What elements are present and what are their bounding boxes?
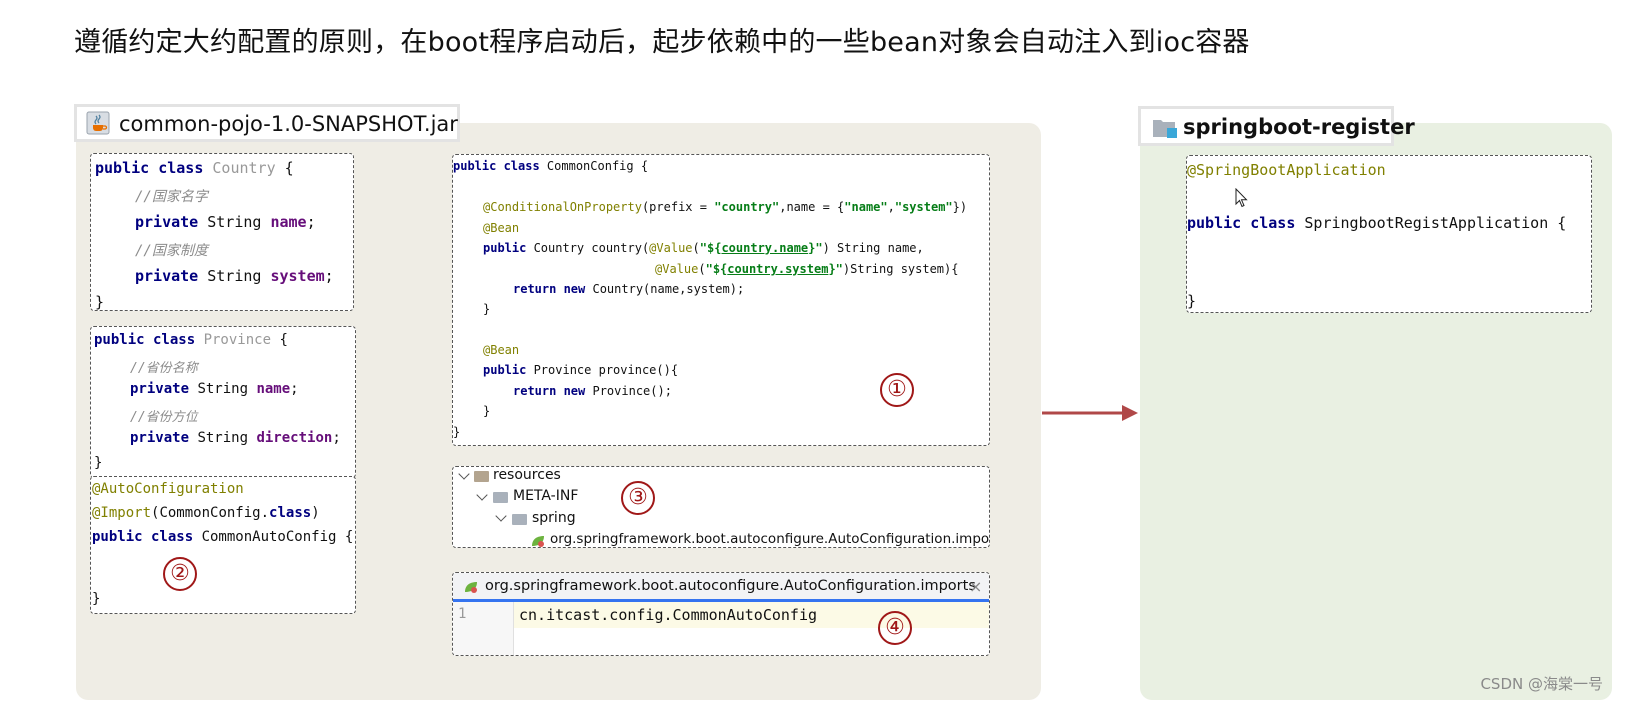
code-line: }: [95, 293, 105, 311]
imports-file-editor: org.springframework.boot.autoconfigure.A…: [452, 572, 990, 656]
tree-item-imports-file[interactable]: org.springframework.boot.autoconfigure.A…: [550, 531, 989, 547]
code-annotation: @Bean: [483, 221, 520, 235]
java-jar-icon: [86, 111, 110, 135]
resources-tree: resources META-INF spring org.springfram…: [452, 466, 990, 548]
code-line: public class Country {: [95, 159, 294, 177]
code-line: }: [483, 302, 491, 316]
code-line: }: [94, 455, 103, 471]
code-comment: //国家名字: [135, 189, 208, 205]
watermark: CSDN @海棠一号: [1480, 675, 1603, 693]
code-line: return new Province();: [513, 384, 672, 398]
jar-tab-label: common-pojo-1.0-SNAPSHOT.jar: [119, 112, 458, 136]
code-annotation: @AutoConfiguration: [92, 481, 244, 497]
step-marker-4: ④: [878, 611, 912, 645]
step-marker-2: ②: [163, 557, 197, 591]
code-comment: //省份名称: [130, 361, 198, 376]
chevron-down-icon[interactable]: [495, 510, 507, 522]
code-line: public class SpringbootRegistApplication…: [1187, 214, 1567, 232]
code-line: return new Country(name,system);: [513, 282, 745, 296]
code-line: private String name;: [130, 381, 299, 397]
code-line: }: [1187, 292, 1197, 310]
code-line: public class CommonAutoConfig {: [92, 529, 354, 545]
code-line: @ConditionalOnProperty(prefix = "country…: [483, 200, 968, 214]
code-line: }: [453, 425, 461, 439]
spring-leaf-icon: [532, 536, 544, 547]
step-marker-1: ①: [880, 373, 914, 407]
code-comment: //省份方位: [130, 410, 198, 425]
project-tab-label: springboot-register: [1183, 115, 1415, 139]
code-line: private String system;: [135, 267, 334, 285]
step-marker-3: ③: [621, 481, 655, 515]
imports-line-content[interactable]: cn.itcast.config.CommonAutoConfig: [519, 606, 817, 624]
code-line: public class Province {: [94, 332, 288, 348]
code-line: @Import(CommonConfig.class): [92, 505, 320, 521]
spring-leaf-icon: [465, 582, 477, 593]
code-line: private String direction;: [130, 430, 341, 446]
folder-icon: [493, 492, 508, 503]
country-class-code: public class Country { //国家名字 private St…: [90, 153, 354, 311]
tree-item-resources[interactable]: resources: [493, 467, 561, 483]
flow-arrow: [1042, 405, 1138, 421]
close-icon[interactable]: ×: [969, 577, 982, 596]
tree-item-meta-inf[interactable]: META-INF: [513, 488, 578, 504]
app-class-code: @SpringBootApplication public class Spri…: [1186, 155, 1592, 313]
code-annotation: @SpringBootApplication: [1187, 161, 1386, 179]
line-number: 1: [458, 606, 467, 622]
resources-folder-icon: [474, 471, 489, 482]
project-tab[interactable]: springboot-register: [1138, 106, 1415, 146]
code-annotation: @Bean: [483, 343, 520, 357]
code-line: public class CommonConfig {: [453, 159, 649, 173]
chevron-down-icon[interactable]: [458, 468, 470, 480]
code-line: private String name;: [135, 213, 316, 231]
code-comment: //国家制度: [135, 243, 208, 259]
code-line: public Province province(){: [483, 363, 679, 377]
jar-tab[interactable]: common-pojo-1.0-SNAPSHOT.jar: [74, 104, 460, 142]
common-config-code: public class CommonConfig { @Conditional…: [452, 154, 990, 446]
code-line: @Value("${country.system}")String system…: [655, 262, 959, 276]
chevron-down-icon[interactable]: [476, 489, 488, 501]
page-heading: 遵循约定大约配置的原则，在boot程序启动后，起步依赖中的一些bean对象会自动…: [74, 27, 1250, 58]
code-line: }: [92, 591, 101, 607]
folder-icon: [512, 514, 527, 525]
province-class-code: public class Province { //省份名称 private S…: [90, 326, 356, 478]
code-line: }: [483, 404, 491, 418]
code-line: public Country country(@Value("${country…: [483, 241, 924, 255]
mouse-cursor-icon: [1235, 188, 1248, 208]
tree-item-spring[interactable]: spring: [532, 510, 576, 526]
editor-tab-title[interactable]: org.springframework.boot.autoconfigure.A…: [485, 578, 976, 594]
module-folder-icon: [1153, 120, 1177, 138]
auto-config-code: @AutoConfiguration @Import(CommonConfig.…: [90, 476, 356, 614]
